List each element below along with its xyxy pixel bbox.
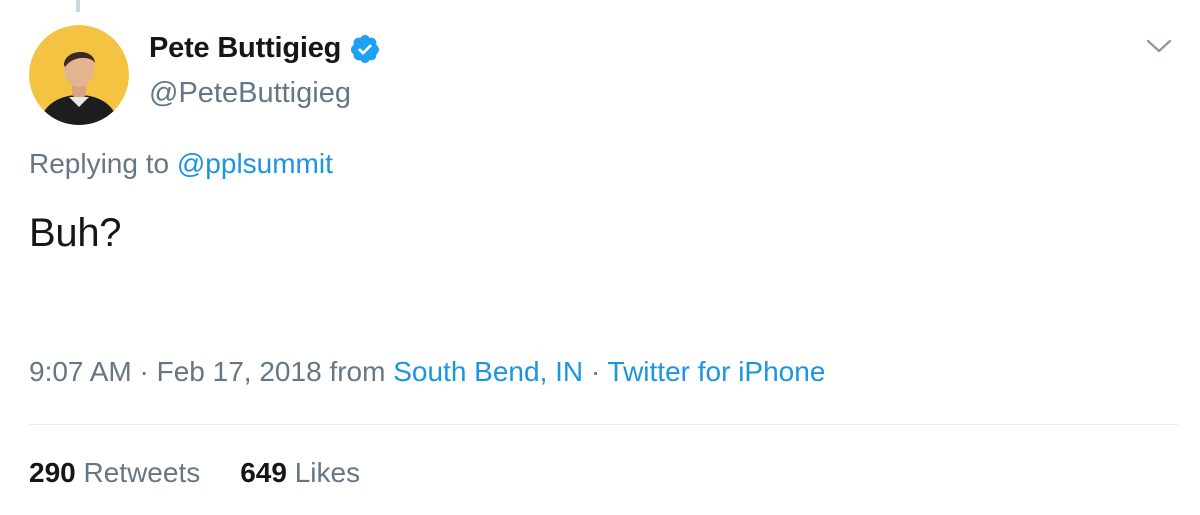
retweets-count: 290 [29,457,76,488]
divider [29,424,1178,425]
author-handle[interactable]: @PeteButtigieg [149,77,351,110]
tweet-date[interactable]: Feb 17, 2018 [157,356,322,387]
tweet-card: Pete Buttigieg @PeteButtigieg Replying t… [0,0,1200,515]
avatar-image [29,25,129,125]
replying-to-prefix: Replying to [29,148,170,179]
retweets-label: Retweets [83,457,201,488]
likes-label: Likes [294,457,361,488]
meta-from-label: from [329,356,386,387]
meta-separator: · [590,356,601,387]
tweet-text: Buh? [29,211,122,255]
avatar[interactable] [29,25,129,125]
likes-stat[interactable]: 649 Likes [240,457,360,489]
retweets-stat[interactable]: 290 Retweets [29,457,200,489]
tweet-location-link[interactable]: South Bend, IN [393,356,583,387]
tweet-time[interactable]: 9:07 AM [29,356,132,387]
author-name-row: Pete Buttigieg [149,32,381,65]
verified-badge-icon [349,33,381,65]
tweet-source-link[interactable]: Twitter for iPhone [608,356,826,387]
replying-to-mention-link[interactable]: @pplsummit [177,148,333,179]
meta-separator: · [139,356,149,387]
thread-connector-line [76,0,80,12]
chevron-down-icon[interactable] [1146,36,1172,56]
tweet-stats: 290 Retweets 649 Likes [29,457,360,489]
tweet-metadata: 9:07 AM · Feb 17, 2018 from South Bend, … [29,356,825,388]
author-display-name[interactable]: Pete Buttigieg [149,32,341,65]
replying-to-line: Replying to @pplsummit [29,148,333,180]
likes-count: 649 [240,457,287,488]
